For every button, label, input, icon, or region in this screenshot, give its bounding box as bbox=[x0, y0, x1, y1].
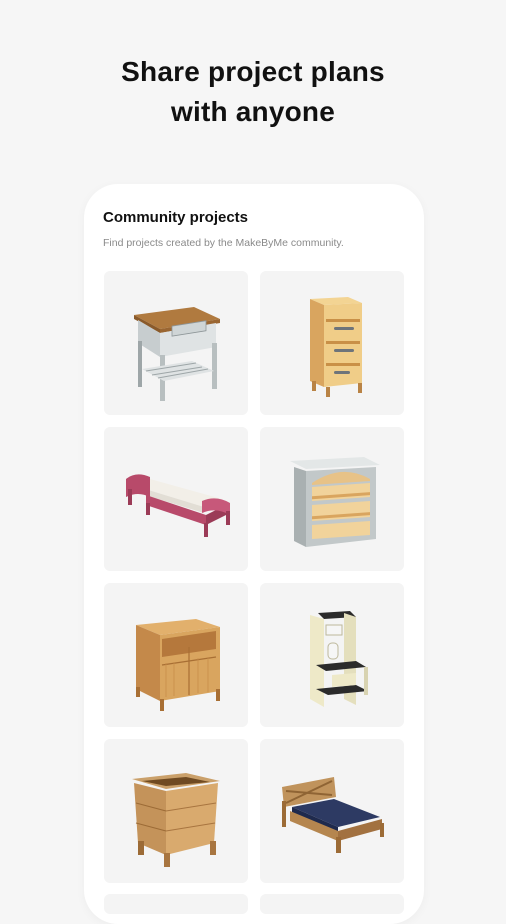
project-card-bed-frame[interactable] bbox=[260, 739, 404, 883]
bed-frame-icon bbox=[282, 777, 384, 853]
bookshelf-icon bbox=[290, 457, 380, 547]
project-card-planter-box[interactable] bbox=[104, 739, 248, 883]
wood-dresser-icon bbox=[136, 619, 220, 711]
projects-grid bbox=[104, 271, 404, 883]
project-card-nightstand[interactable] bbox=[104, 271, 248, 415]
project-card-peek-right[interactable] bbox=[260, 894, 404, 914]
learning-tower-icon bbox=[310, 611, 368, 707]
planter-box-icon bbox=[132, 773, 220, 867]
headline-line-2: with anyone bbox=[171, 96, 335, 127]
next-row-peek bbox=[104, 894, 404, 914]
section-subtitle: Find projects created by the MakeByMe co… bbox=[103, 237, 344, 249]
nightstand-icon bbox=[134, 307, 220, 401]
project-card-drawer-cabinet[interactable] bbox=[260, 271, 404, 415]
section-title: Community projects bbox=[103, 209, 249, 226]
project-card-bookshelf[interactable] bbox=[260, 427, 404, 571]
toddler-bed-icon bbox=[126, 474, 230, 537]
project-card-peek-left[interactable] bbox=[104, 894, 248, 914]
project-card-wood-dresser[interactable] bbox=[104, 583, 248, 727]
drawer-cabinet-icon bbox=[310, 297, 362, 397]
headline: Share project plans with anyone bbox=[0, 52, 506, 132]
project-card-learning-tower[interactable] bbox=[260, 583, 404, 727]
project-card-toddler-bed[interactable] bbox=[104, 427, 248, 571]
headline-line-1: Share project plans bbox=[121, 56, 385, 87]
